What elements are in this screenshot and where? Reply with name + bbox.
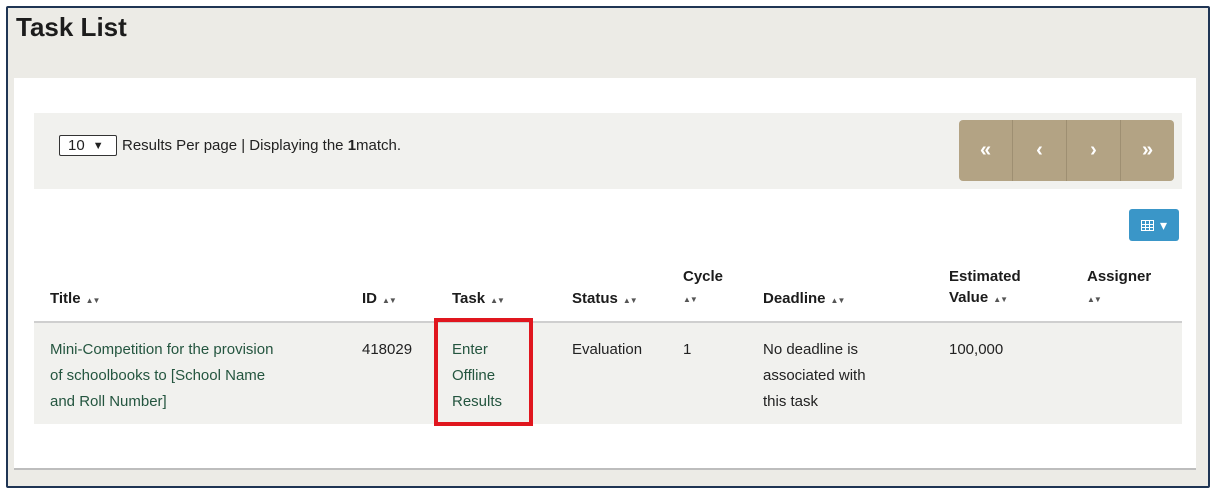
per-page-label: Results Per page | Displaying the bbox=[122, 137, 344, 154]
row-deadline: No deadline is associated with this task bbox=[763, 341, 866, 410]
header-assigner[interactable]: Assigner ▲▼ bbox=[1087, 266, 1151, 310]
per-page-select[interactable]: 10 ▼ bbox=[59, 135, 117, 156]
sort-icon: ▲▼ bbox=[85, 296, 101, 305]
row-cycle: 1 bbox=[683, 341, 692, 358]
header-title[interactable]: Title ▲▼ bbox=[50, 288, 101, 311]
caret-down-icon: ▾ bbox=[1159, 216, 1168, 233]
sort-icon: ▲▼ bbox=[830, 296, 846, 305]
page-title: Task List bbox=[16, 12, 127, 42]
match-suffix: match. bbox=[356, 137, 402, 154]
pagination-controls: « ‹ › » bbox=[959, 120, 1174, 181]
header-deadline[interactable]: Deadline ▲▼ bbox=[763, 288, 846, 311]
highlight-box bbox=[434, 318, 533, 426]
row-estimated-value: 100,000 bbox=[949, 341, 1004, 358]
sort-icon: ▲▼ bbox=[1087, 295, 1102, 304]
first-page-button[interactable]: « bbox=[959, 120, 1013, 181]
row-id: 418029 bbox=[362, 341, 413, 358]
grid-icon bbox=[1140, 219, 1154, 231]
row-title-link[interactable]: Mini-Competition for the provision of sc… bbox=[50, 337, 273, 415]
header-cycle[interactable]: Cycle ▲▼ bbox=[683, 266, 723, 310]
sort-icon: ▲▼ bbox=[683, 295, 698, 304]
sort-icon: ▲▼ bbox=[622, 296, 638, 305]
sort-icon: ▲▼ bbox=[382, 296, 397, 305]
row-status: Evaluation bbox=[572, 341, 643, 358]
results-per-page: 10 ▼ Results Per page | Displaying the 1… bbox=[59, 135, 401, 156]
match-count: 1 bbox=[347, 137, 357, 154]
next-page-button[interactable]: › bbox=[1067, 120, 1121, 181]
chevron-down-icon: ▼ bbox=[92, 139, 104, 152]
last-page-button[interactable]: » bbox=[1121, 120, 1174, 181]
prev-page-button[interactable]: ‹ bbox=[1013, 120, 1067, 181]
column-toggle-button[interactable]: ▾ bbox=[1129, 209, 1179, 241]
header-estimated-value[interactable]: Estimated Value ▲▼ bbox=[949, 266, 1021, 310]
header-task[interactable]: Task ▲▼ bbox=[452, 288, 505, 311]
sort-icon: ▲▼ bbox=[993, 295, 1008, 304]
header-id[interactable]: ID ▲▼ bbox=[362, 288, 397, 311]
header-status[interactable]: Status ▲▼ bbox=[572, 288, 638, 311]
sort-icon: ▲▼ bbox=[490, 296, 505, 305]
per-page-value: 10 bbox=[68, 137, 85, 154]
